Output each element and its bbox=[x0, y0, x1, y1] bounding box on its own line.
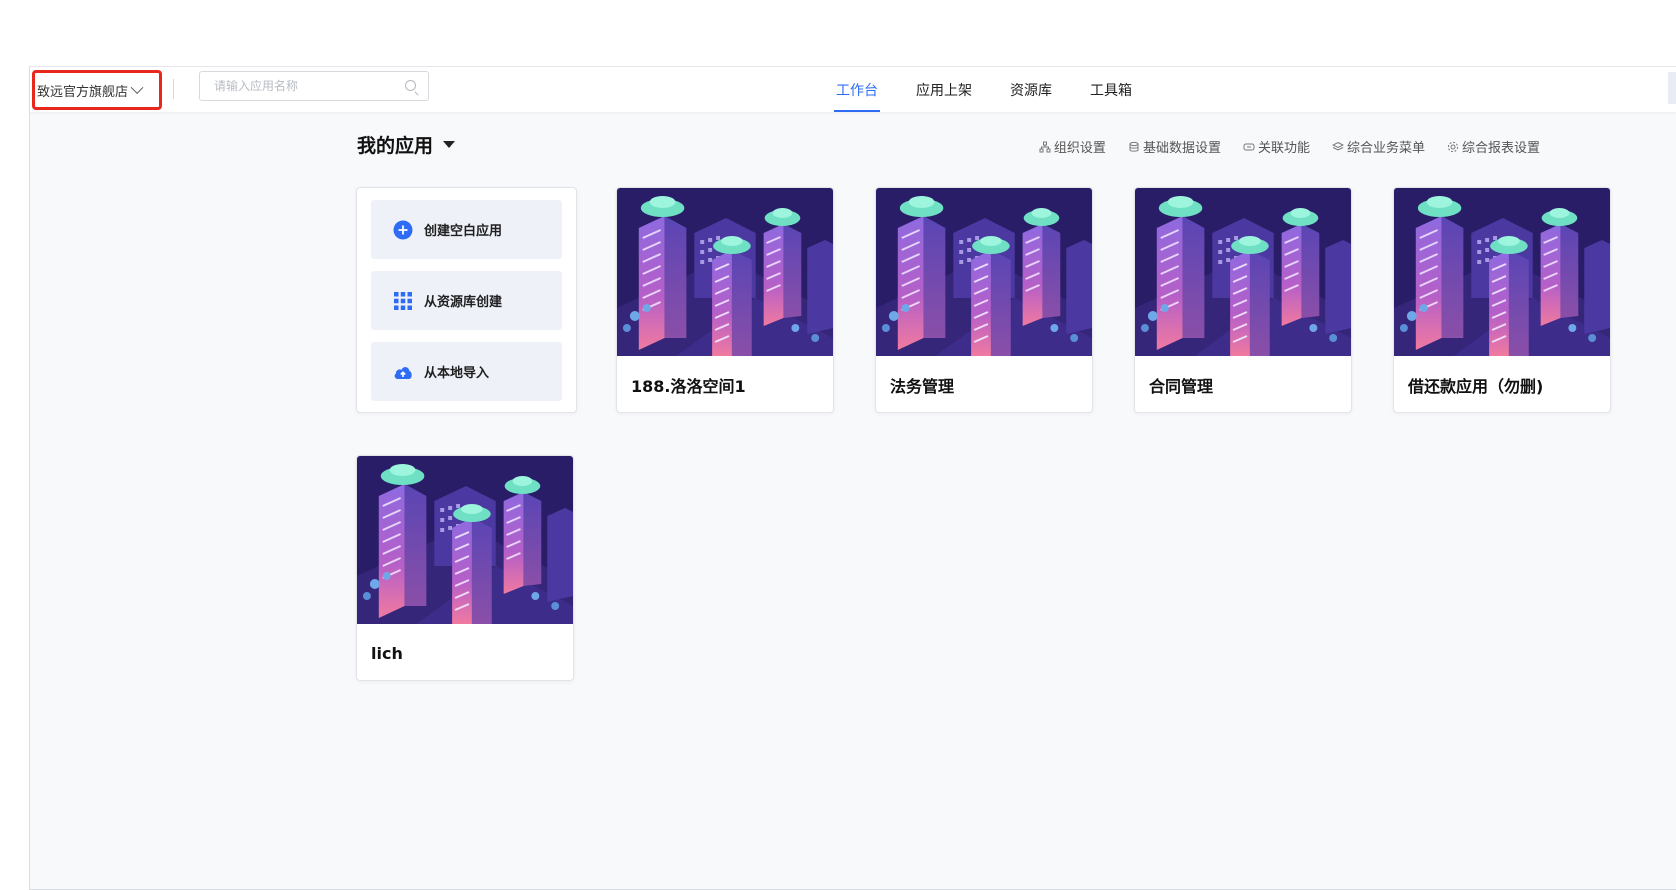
org-icon bbox=[1039, 141, 1051, 152]
app-thumbnail bbox=[1394, 188, 1610, 356]
app-name: lich bbox=[371, 643, 403, 663]
app-thumbnail bbox=[617, 188, 833, 356]
tab-workbench[interactable]: 工作台 bbox=[834, 67, 880, 112]
grid-icon bbox=[393, 291, 413, 311]
settings-links: 组织设置 基础数据设置 关联功能 综合业务菜单 综合报表设置 bbox=[1017, 137, 1540, 156]
app-thumbnail bbox=[1135, 188, 1351, 356]
create-item-label: 从本地导入 bbox=[424, 366, 490, 381]
my-apps-header: 我的应用 bbox=[357, 131, 456, 158]
search-icon[interactable] bbox=[405, 80, 416, 91]
tab-resource-library[interactable]: 资源库 bbox=[1008, 67, 1054, 112]
create-blank-app-button[interactable]: 创建空白应用 bbox=[371, 200, 562, 259]
tab-toolbox[interactable]: 工具箱 bbox=[1088, 67, 1134, 112]
link-label: 组织设置 bbox=[1053, 141, 1106, 156]
link-basic-data-settings[interactable]: 基础数据设置 bbox=[1128, 137, 1221, 156]
right-edge-panel bbox=[1668, 72, 1676, 104]
app-card[interactable]: 借还款应用（勿删) bbox=[1393, 187, 1611, 413]
database-icon bbox=[1129, 141, 1139, 152]
store-name: 致远官方旗舰店 bbox=[37, 84, 129, 100]
top-bar: 致远官方旗舰店 工作台 应用上架 资源库 工具箱 bbox=[30, 67, 1676, 112]
link-label: 关联功能 bbox=[1257, 141, 1310, 156]
create-app-card: 创建空白应用 从资源库创建 从本地导入 bbox=[356, 187, 577, 413]
app-name: 合同管理 bbox=[1149, 377, 1214, 396]
main-tabs: 工作台 应用上架 资源库 工具箱 bbox=[834, 67, 1168, 112]
link-business-menu[interactable]: 综合业务菜单 bbox=[1331, 137, 1425, 156]
app-name: 法务管理 bbox=[890, 377, 955, 396]
app-card[interactable]: lich bbox=[356, 455, 574, 681]
link-label: 综合报表设置 bbox=[1461, 141, 1540, 156]
layers-icon bbox=[1331, 141, 1344, 151]
cloud-upload-icon bbox=[393, 362, 413, 382]
import-from-local-button[interactable]: 从本地导入 bbox=[371, 342, 562, 401]
link-icon bbox=[1243, 143, 1255, 150]
search-box bbox=[199, 71, 429, 101]
link-report-settings[interactable]: 综合报表设置 bbox=[1447, 137, 1540, 156]
link-related-functions[interactable]: 关联功能 bbox=[1243, 137, 1310, 156]
caret-down-icon[interactable] bbox=[443, 141, 456, 148]
app-card[interactable]: 188.洛洛空间1 bbox=[616, 187, 834, 413]
page-title: 我的应用 bbox=[357, 135, 434, 157]
create-from-library-button[interactable]: 从资源库创建 bbox=[371, 271, 562, 330]
app-thumbnail bbox=[876, 188, 1092, 356]
create-item-label: 创建空白应用 bbox=[424, 224, 503, 239]
tab-app-listing[interactable]: 应用上架 bbox=[914, 67, 974, 112]
link-label: 综合业务菜单 bbox=[1346, 141, 1425, 156]
plus-circle-icon bbox=[393, 220, 413, 240]
app-card[interactable]: 合同管理 bbox=[1134, 187, 1352, 413]
app-thumbnail bbox=[357, 456, 573, 624]
app-card[interactable]: 法务管理 bbox=[875, 187, 1093, 413]
store-selector[interactable]: 致远官方旗舰店 bbox=[32, 70, 162, 110]
link-org-settings[interactable]: 组织设置 bbox=[1039, 137, 1106, 156]
divider bbox=[173, 79, 174, 99]
app-name: 188.洛洛空间1 bbox=[631, 377, 746, 396]
app-name: 借还款应用（勿删) bbox=[1408, 377, 1544, 396]
chevron-down-icon bbox=[130, 80, 144, 94]
search-input[interactable] bbox=[214, 72, 404, 100]
app-frame: 致远官方旗舰店 工作台 应用上架 资源库 工具箱 我的应用 组织设置 基础数据设… bbox=[29, 66, 1676, 890]
create-item-label: 从资源库创建 bbox=[424, 295, 503, 310]
gear-icon bbox=[1447, 141, 1459, 152]
link-label: 基础数据设置 bbox=[1142, 141, 1221, 156]
